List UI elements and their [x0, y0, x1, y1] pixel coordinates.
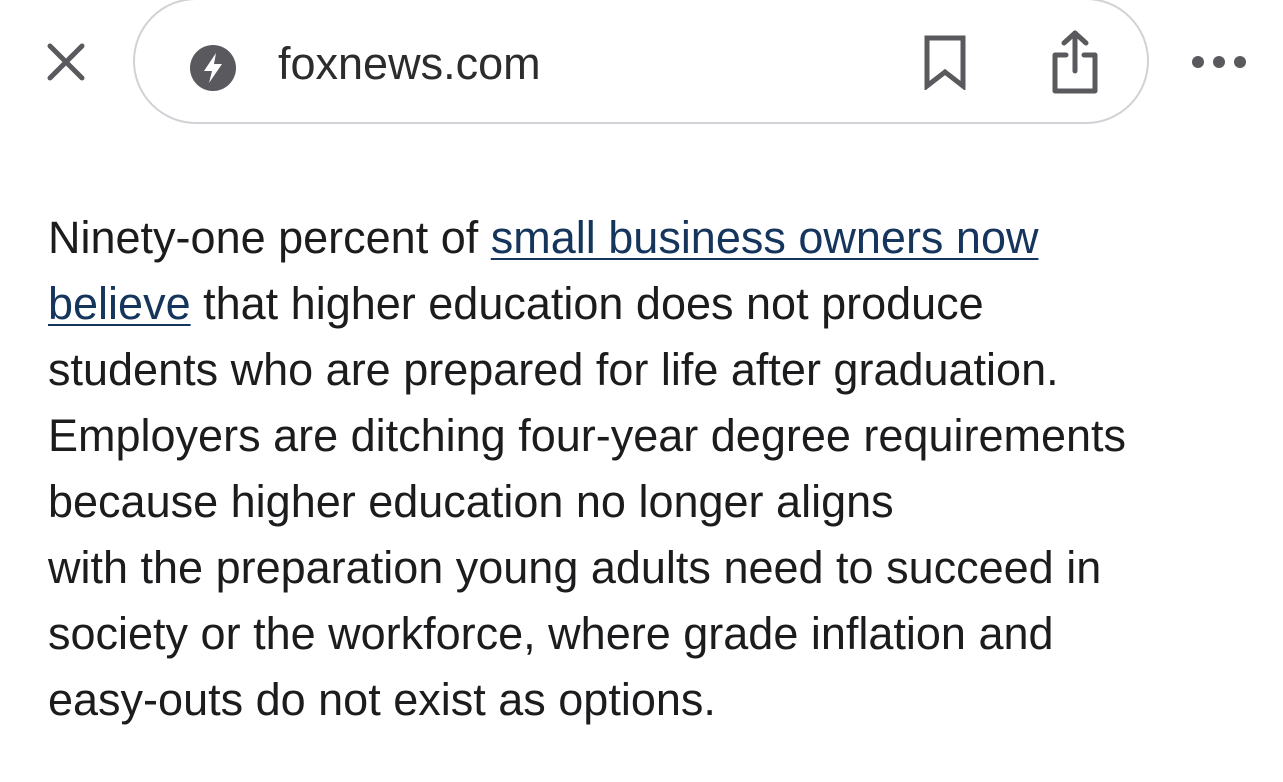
article-text: with the preparation young adults need t…: [48, 542, 1102, 593]
address-bar[interactable]: foxnews.com: [133, 0, 1149, 124]
more-options-button[interactable]: [1184, 42, 1254, 82]
close-icon: [47, 43, 85, 81]
article-link-continued[interactable]: believe: [48, 278, 191, 329]
article-text: Employers are ditching four-year degree …: [48, 410, 1127, 461]
share-button[interactable]: [1041, 26, 1109, 98]
bookmark-button[interactable]: [913, 30, 977, 94]
article-text: Ninety-one percent of: [48, 212, 491, 263]
article-text: that higher education does not produce: [190, 278, 984, 329]
article-text: students who are prepared for life after…: [48, 344, 1059, 395]
bookmark-icon: [924, 35, 966, 90]
lightning-bolt-icon: [190, 45, 236, 91]
article-link[interactable]: small business owners now: [491, 212, 1039, 263]
article-paragraph: Ninety-one percent of small business own…: [48, 205, 1248, 733]
more-dots-icon: [1192, 56, 1246, 68]
url-text[interactable]: foxnews.com: [278, 36, 541, 92]
close-button[interactable]: [40, 36, 92, 88]
article-text: easy-outs do not exist as options.: [48, 674, 716, 725]
article-text: society or the workforce, where grade in…: [48, 608, 1054, 659]
article-text: because higher education no longer align…: [48, 476, 894, 527]
share-icon: [1052, 30, 1098, 94]
